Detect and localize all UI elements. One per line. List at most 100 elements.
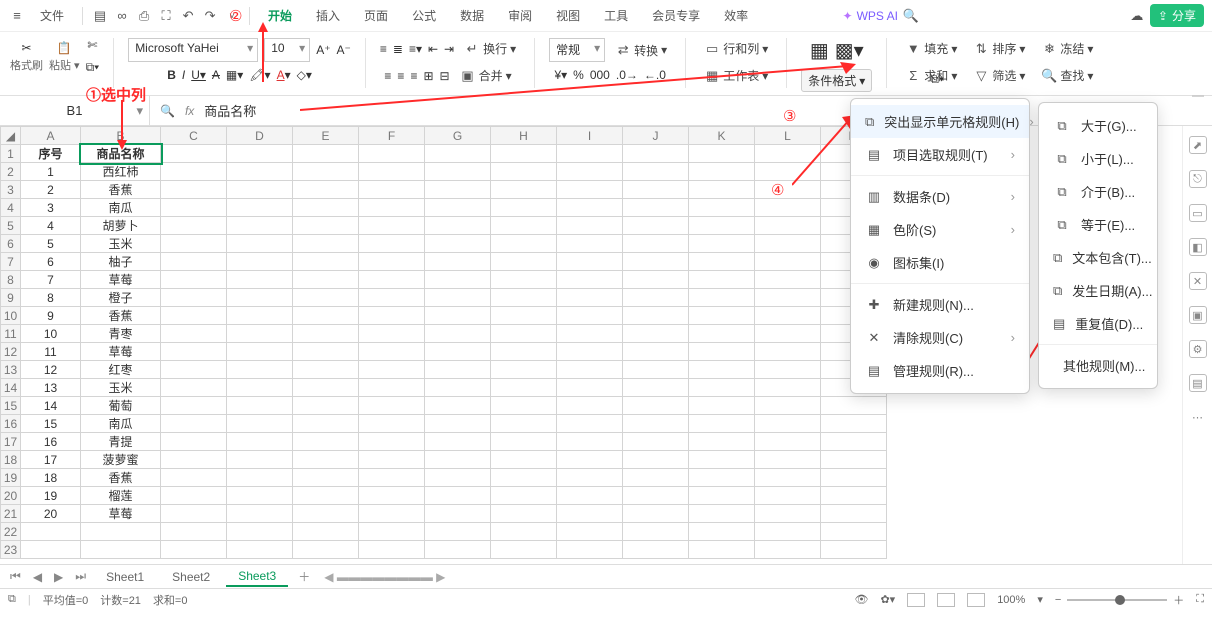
merge-button[interactable]: ▣合并▾: [456, 65, 516, 86]
cloud-icon[interactable]: ☁: [1128, 7, 1146, 25]
cell[interactable]: 7: [21, 271, 81, 289]
cell[interactable]: 榴莲: [81, 487, 161, 505]
cell[interactable]: 南瓜: [81, 199, 161, 217]
tab-nav-first[interactable]: ⏮: [6, 569, 25, 584]
sheet-tab-1[interactable]: Sheet1: [94, 568, 156, 586]
submenu-between[interactable]: ⧉介于(B)...: [1039, 175, 1157, 208]
cell[interactable]: 19: [21, 487, 81, 505]
tab-nav-prev[interactable]: ◀: [29, 570, 46, 584]
fullscreen-icon[interactable]: ⛶: [1196, 593, 1204, 606]
menu-top-bottom-rules[interactable]: ▤项目选取规则(T)›: [851, 138, 1029, 171]
submenu-less-than[interactable]: ⧉小于(L)...: [1039, 142, 1157, 175]
sheet-tab-3[interactable]: Sheet3: [226, 567, 288, 587]
save-icon[interactable]: ▤: [91, 7, 109, 25]
copy-icon[interactable]: ⧉▾: [86, 60, 100, 75]
row-header[interactable]: 20: [1, 487, 21, 505]
row-header[interactable]: 18: [1, 451, 21, 469]
row-header[interactable]: 9: [1, 289, 21, 307]
cell[interactable]: 草莓: [81, 505, 161, 523]
col-header-D[interactable]: D: [227, 127, 293, 145]
percent-icon[interactable]: %: [573, 68, 584, 82]
fontcolor-button[interactable]: A▾: [277, 68, 291, 82]
row-header[interactable]: 13: [1, 361, 21, 379]
grid-settings-icon[interactable]: ✿▾: [880, 593, 895, 606]
side-icon-2[interactable]: ⎋: [1189, 170, 1207, 188]
side-icon-1[interactable]: ⬈: [1189, 136, 1207, 154]
col-header-A[interactable]: A: [21, 127, 81, 145]
side-icon-4[interactable]: ◧: [1189, 238, 1207, 256]
cell[interactable]: 序号: [21, 145, 81, 163]
zoom-formula-icon[interactable]: 🔍: [160, 104, 175, 118]
fx-icon[interactable]: fx: [185, 104, 194, 118]
col-header-J[interactable]: J: [623, 127, 689, 145]
cell[interactable]: 草莓: [81, 343, 161, 361]
wps-ai[interactable]: ✦WPS AI: [843, 9, 898, 23]
share-button[interactable]: ⇪分享: [1150, 4, 1204, 27]
cell[interactable]: 2: [21, 181, 81, 199]
cell[interactable]: 6: [21, 253, 81, 271]
sheet-tab-2[interactable]: Sheet2: [160, 568, 222, 586]
col-header-E[interactable]: E: [293, 127, 359, 145]
view-page[interactable]: [937, 593, 955, 607]
row-header[interactable]: 5: [1, 217, 21, 235]
submenu-other[interactable]: 其他规则(M)...: [1039, 349, 1157, 382]
preview-icon[interactable]: ⛶: [157, 7, 175, 25]
currency-icon[interactable]: ¥▾: [554, 68, 567, 82]
tab-view[interactable]: 视图: [546, 3, 590, 28]
cell[interactable]: 葡萄: [81, 397, 161, 415]
row-header[interactable]: 6: [1, 235, 21, 253]
file-menu[interactable]: 文件: [30, 3, 74, 28]
row-header[interactable]: 3: [1, 181, 21, 199]
font-size-select[interactable]: 10: [264, 38, 310, 62]
col-header-H[interactable]: H: [491, 127, 557, 145]
cell[interactable]: 9: [21, 307, 81, 325]
conditional-format-button[interactable]: 条件格式 ▾: [801, 69, 872, 92]
tab-data[interactable]: 数据: [450, 3, 494, 28]
menu-icon-sets[interactable]: ◉图标集(I): [851, 246, 1029, 279]
view-normal[interactable]: [907, 593, 925, 607]
cell[interactable]: 玉米: [81, 379, 161, 397]
cell[interactable]: 1: [21, 163, 81, 181]
align-center-icon[interactable]: ≡: [397, 69, 404, 83]
row-header[interactable]: 17: [1, 433, 21, 451]
cell[interactable]: 香蕉: [81, 181, 161, 199]
eye-icon[interactable]: 👁: [854, 593, 868, 606]
submenu-equal[interactable]: ⧉等于(E)...: [1039, 208, 1157, 241]
worksheet-button[interactable]: ▦工作表▾: [700, 65, 772, 86]
zoom-slider[interactable]: [1067, 599, 1167, 601]
submenu-duplicate[interactable]: ▤重复值(D)...: [1039, 307, 1157, 340]
paste-icon[interactable]: 📋: [57, 41, 72, 55]
cell[interactable]: 青提: [81, 433, 161, 451]
tab-insert[interactable]: 插入: [306, 3, 350, 28]
row-header[interactable]: 15: [1, 397, 21, 415]
col-header-K[interactable]: K: [689, 127, 755, 145]
row-header[interactable]: 21: [1, 505, 21, 523]
side-icon-6[interactable]: ▣: [1189, 306, 1207, 324]
row-header[interactable]: 12: [1, 343, 21, 361]
row-header[interactable]: 2: [1, 163, 21, 181]
row-header[interactable]: 1: [1, 145, 21, 163]
comma-icon[interactable]: 000: [590, 68, 610, 82]
align-left-icon[interactable]: ≡: [384, 69, 391, 83]
zoom-out[interactable]: −: [1055, 594, 1061, 606]
side-icon-8[interactable]: ▤: [1189, 374, 1207, 392]
cell[interactable]: 西红柿: [81, 163, 161, 181]
undo-icon[interactable]: ↶: [179, 7, 197, 25]
view-break[interactable]: [967, 593, 985, 607]
ribbon-collapse-icon[interactable]: —: [1192, 88, 1204, 102]
merge-across-icon[interactable]: ⊞: [423, 69, 433, 83]
tab-nav-last[interactable]: ⏭: [71, 569, 90, 584]
status-mode-icon[interactable]: ⧉: [8, 593, 16, 606]
cell[interactable]: 3: [21, 199, 81, 217]
wrap-button[interactable]: ↵换行▾: [460, 38, 520, 59]
align-mid-icon[interactable]: ≣: [393, 42, 403, 56]
cell-style-icon[interactable]: ▦: [810, 38, 829, 63]
side-icon-9[interactable]: ⋯: [1189, 408, 1207, 426]
side-icon-5[interactable]: ✕: [1189, 272, 1207, 290]
strike-button[interactable]: A: [212, 68, 220, 82]
dec-inc-icon[interactable]: .0→: [616, 68, 638, 82]
bold-button[interactable]: B: [167, 68, 176, 82]
tab-nav-next[interactable]: ▶: [50, 570, 67, 584]
col-header-I[interactable]: I: [557, 127, 623, 145]
cell[interactable]: 13: [21, 379, 81, 397]
